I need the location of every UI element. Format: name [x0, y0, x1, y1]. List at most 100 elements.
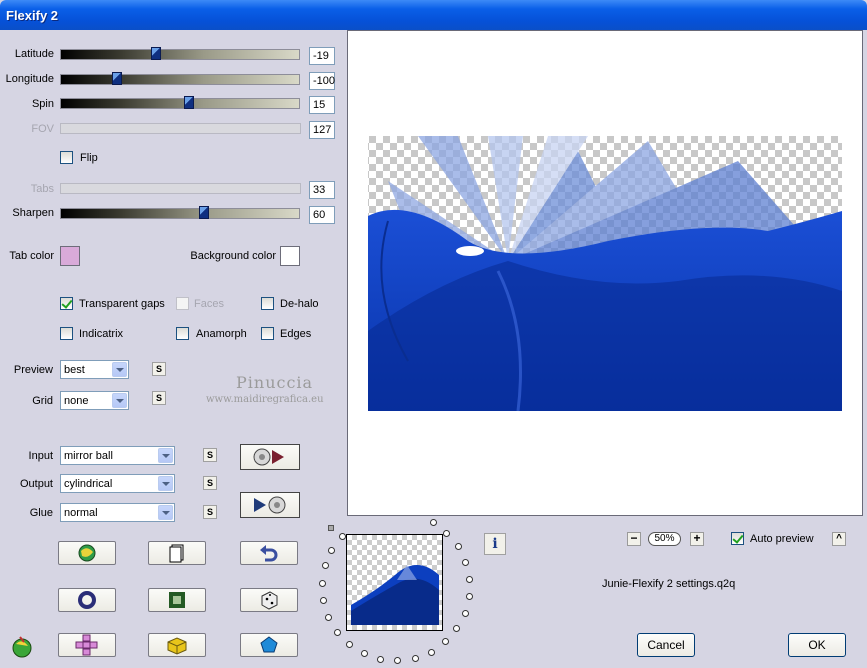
longitude-label: Longitude	[5, 73, 54, 85]
input-label: Input	[28, 450, 53, 462]
glue-select[interactable]: normal	[60, 503, 175, 522]
de-halo-checkbox[interactable]	[261, 297, 274, 310]
latitude-slider-thumb[interactable]	[151, 47, 161, 60]
longitude-slider-thumb[interactable]	[112, 72, 122, 85]
fov-slider	[60, 123, 301, 134]
dial-dot[interactable]	[338, 532, 346, 540]
dial-dot[interactable]	[453, 625, 461, 633]
input-s-button[interactable]: S	[203, 448, 217, 462]
glue-s-button[interactable]: S	[203, 505, 217, 519]
tab-color-swatch[interactable]	[60, 246, 80, 266]
dice-button[interactable]	[240, 588, 298, 612]
dial-dot[interactable]	[328, 546, 336, 554]
disc-play-icon	[253, 448, 284, 466]
latitude-label: Latitude	[14, 48, 54, 60]
input-projection-select[interactable]: mirror ball	[60, 446, 175, 465]
dial-dot[interactable]	[319, 596, 327, 604]
dial-dot[interactable]	[461, 610, 469, 618]
output-label: Output	[19, 478, 53, 490]
dial-dot[interactable]	[318, 579, 326, 587]
cross-pattern-icon	[75, 634, 98, 656]
tab-color-label: Tab color	[9, 250, 54, 262]
indicatrix-checkbox[interactable]	[60, 327, 73, 340]
ok-button[interactable]: OK	[788, 633, 846, 657]
chevron-down-icon[interactable]	[112, 362, 127, 377]
chevron-down-icon[interactable]	[158, 505, 173, 520]
latitude-value[interactable]: -19	[309, 47, 335, 65]
play-disc-icon	[254, 496, 286, 514]
sharpen-slider-thumb[interactable]	[199, 206, 209, 219]
play-output-button[interactable]	[240, 492, 300, 518]
sharpen-value[interactable]: 60	[309, 206, 335, 224]
sharpen-slider[interactable]	[60, 206, 300, 219]
play-input-button[interactable]	[240, 444, 300, 470]
dial-dot[interactable]	[462, 558, 470, 566]
spin-slider[interactable]	[60, 96, 300, 109]
auto-preview-checkbox[interactable]	[731, 532, 744, 545]
preview-quality-value: best	[64, 364, 85, 376]
chevron-down-icon[interactable]	[158, 476, 173, 491]
preview-s-button[interactable]: S	[152, 362, 166, 376]
edges-checkbox[interactable]	[261, 327, 274, 340]
dial-dot[interactable]	[443, 529, 451, 537]
transparent-gaps-checkbox[interactable]	[60, 297, 73, 310]
preview-panel[interactable]	[347, 30, 863, 516]
globe-icon	[78, 544, 96, 562]
frame-button[interactable]	[148, 588, 206, 612]
navigator-handle[interactable]	[328, 525, 334, 531]
info-button[interactable]: i	[484, 533, 506, 555]
dial-dot[interactable]	[411, 654, 419, 662]
longitude-value[interactable]: -100	[309, 72, 335, 90]
title-bar: Flexify 2	[0, 0, 867, 30]
spin-value[interactable]: 15	[309, 96, 335, 114]
cancel-button[interactable]: Cancel	[637, 633, 695, 657]
fov-label: FOV	[31, 123, 54, 135]
output-projection-select[interactable]: cylindrical	[60, 474, 175, 493]
chevron-down-icon[interactable]	[112, 393, 127, 408]
pentagon-icon	[260, 636, 278, 653]
copy-button[interactable]	[148, 541, 206, 565]
zoom-in-button[interactable]: +	[690, 532, 704, 546]
transparent-gaps-label: Transparent gaps	[79, 298, 165, 310]
anamorph-checkbox[interactable]	[176, 327, 189, 340]
dial-dot[interactable]	[377, 655, 385, 663]
grid-select[interactable]: none	[60, 391, 129, 410]
dial-dot[interactable]	[429, 519, 437, 527]
flip-checkbox[interactable]	[60, 151, 73, 164]
preview-image	[368, 136, 842, 412]
background-color-swatch[interactable]	[280, 246, 300, 266]
dial-dot[interactable]	[333, 628, 341, 636]
dial-dot[interactable]	[466, 575, 474, 583]
zoom-level: 50%	[648, 532, 681, 546]
thumbnail-image	[351, 565, 439, 625]
dial-dot[interactable]	[394, 657, 402, 665]
undo-button[interactable]	[240, 541, 298, 565]
collapse-button[interactable]: ^	[832, 532, 846, 546]
glue-label: Glue	[29, 507, 53, 519]
cross-button[interactable]	[58, 633, 116, 657]
dial-dot[interactable]	[321, 562, 329, 570]
dial-dot[interactable]	[360, 650, 368, 658]
preview-quality-select[interactable]: best	[60, 360, 129, 379]
dial-dot[interactable]	[324, 613, 332, 621]
dial-dot[interactable]	[345, 641, 353, 648]
tabs-label: Tabs	[30, 183, 54, 195]
dial-dot[interactable]	[427, 648, 435, 656]
flexify-logo-icon	[10, 634, 34, 661]
output-s-button[interactable]: S	[203, 476, 217, 490]
chevron-down-icon[interactable]	[158, 448, 173, 463]
latitude-slider[interactable]	[60, 47, 300, 60]
grid-s-button[interactable]: S	[152, 391, 166, 405]
zoom-out-button[interactable]: −	[627, 532, 641, 546]
spin-slider-thumb[interactable]	[184, 96, 194, 109]
randomize-button[interactable]	[58, 541, 116, 565]
dial-dot[interactable]	[454, 543, 462, 551]
pentagon-button[interactable]	[240, 633, 298, 657]
cube-button[interactable]	[148, 633, 206, 657]
check-icon	[732, 532, 744, 544]
dial-dot[interactable]	[465, 593, 473, 601]
navigator-thumbnail[interactable]	[346, 534, 443, 631]
dial-dot[interactable]	[442, 638, 450, 646]
ring-button[interactable]	[58, 588, 116, 612]
longitude-slider[interactable]	[60, 72, 300, 85]
